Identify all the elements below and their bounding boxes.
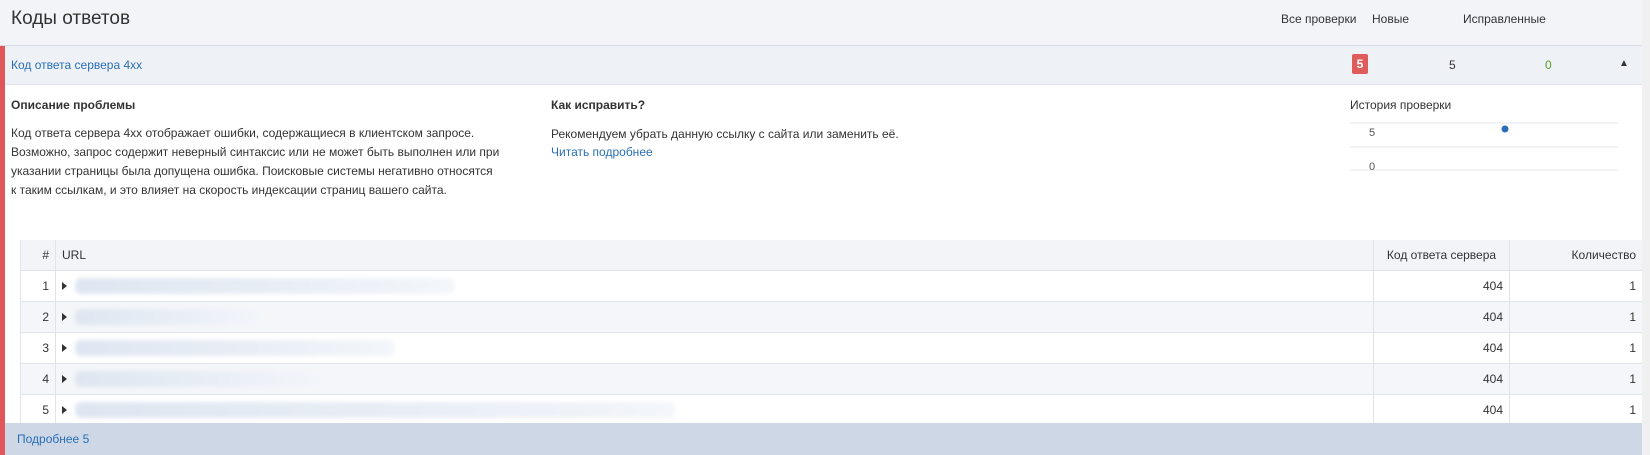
caret-right-icon[interactable] <box>62 313 67 321</box>
table-row: 5 404 1 <box>20 394 1642 425</box>
row-qty: 1 <box>1509 394 1642 425</box>
header-code[interactable]: Код ответа сервера <box>1373 240 1510 271</box>
table-row: 1 404 1 <box>20 270 1642 302</box>
row-code: 404 <box>1373 332 1510 364</box>
description-text: Код ответа сервера 4xx отображает ошибки… <box>11 126 500 197</box>
fixed-count: 0 <box>1545 58 1552 72</box>
read-more-link[interactable]: Читать подробнее <box>551 145 653 159</box>
history-data-point <box>1501 125 1509 133</box>
issue-title-link[interactable]: Код ответа сервера 4xx <box>11 58 142 72</box>
issue-row[interactable]: Код ответа сервера 4xx 5 5 0 ▲ <box>5 46 1642 85</box>
row-code: 404 <box>1373 363 1510 395</box>
row-code: 404 <box>1373 270 1510 302</box>
row-num: 4 <box>20 363 56 395</box>
table-row: 4 404 1 <box>20 363 1642 395</box>
row-num: 3 <box>20 332 56 364</box>
section-header: Коды ответов Все проверки Новые Исправле… <box>0 0 1642 46</box>
history-ytick-top: 5 <box>1369 127 1375 139</box>
caret-right-icon[interactable] <box>62 282 67 290</box>
row-code: 404 <box>1373 301 1510 333</box>
column-new: Новые <box>1372 12 1410 26</box>
blurred-url <box>75 402 675 418</box>
blurred-url <box>75 278 455 294</box>
table-footer: Подробнее 5 <box>5 423 1642 455</box>
table-row: 3 404 1 <box>20 332 1642 364</box>
show-more-link[interactable]: Подробнее 5 <box>17 432 89 446</box>
row-num: 5 <box>20 394 56 425</box>
history-ytick-zero: 0 <box>1369 161 1375 173</box>
row-qty: 1 <box>1509 301 1642 333</box>
issue-severity-bar <box>0 46 5 455</box>
column-fixed: Исправленные <box>1463 12 1546 26</box>
blurred-url <box>75 309 265 325</box>
blurred-url <box>75 371 325 387</box>
caret-right-icon[interactable] <box>62 406 67 414</box>
table-row: 2 404 1 <box>20 301 1642 333</box>
table-header-row: # URL Код ответа сервера Количество <box>20 240 1642 271</box>
row-url <box>55 332 1374 364</box>
row-qty: 1 <box>1509 270 1642 302</box>
header-url[interactable]: URL <box>55 240 1374 271</box>
blurred-url <box>75 340 395 356</box>
history-chart: 5 0 <box>1350 122 1618 173</box>
fix-heading: Как исправить? <box>551 98 646 112</box>
row-code: 404 <box>1373 394 1510 425</box>
header-qty[interactable]: Количество <box>1509 240 1642 271</box>
row-url <box>55 363 1374 395</box>
chevron-up-icon[interactable]: ▲ <box>1619 58 1629 69</box>
description-heading: Описание проблемы <box>11 98 136 112</box>
row-qty: 1 <box>1509 363 1642 395</box>
new-count: 5 <box>1449 58 1456 72</box>
row-num: 2 <box>20 301 56 333</box>
scrollbar[interactable] <box>1642 0 1650 455</box>
row-num: 1 <box>20 270 56 302</box>
caret-right-icon[interactable] <box>62 344 67 352</box>
history-heading: История проверки <box>1350 98 1452 112</box>
row-url <box>55 270 1374 302</box>
column-all-checks: Все проверки <box>1281 12 1357 26</box>
header-num: # <box>20 240 56 271</box>
row-url <box>55 301 1374 333</box>
row-qty: 1 <box>1509 332 1642 364</box>
all-checks-badge: 5 <box>1352 54 1368 74</box>
row-url <box>55 394 1374 425</box>
url-table: # URL Код ответа сервера Количество 1 40… <box>20 240 1642 425</box>
fix-text: Рекомендуем убрать данную ссылку с сайта… <box>551 127 899 141</box>
caret-right-icon[interactable] <box>62 375 67 383</box>
page-title: Коды ответов <box>11 8 131 29</box>
